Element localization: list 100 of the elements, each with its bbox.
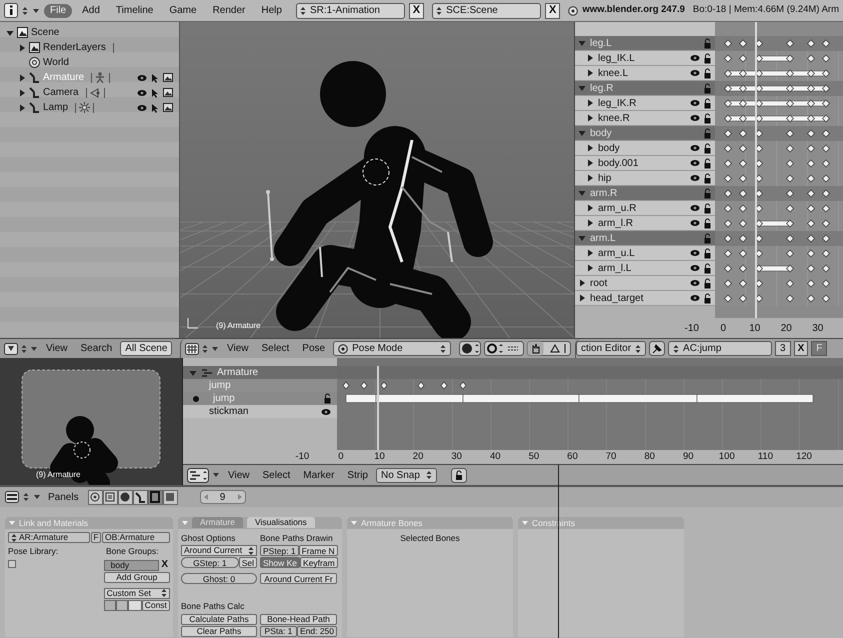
- channel-row[interactable]: knee.L: [575, 66, 715, 81]
- eye-icon[interactable]: [690, 159, 700, 167]
- eye-icon[interactable]: [690, 204, 700, 212]
- editing-icon[interactable]: [148, 490, 163, 504]
- scene-selector[interactable]: SCE:Scene: [432, 2, 541, 18]
- scene-name[interactable]: SCE:Scene: [442, 3, 540, 18]
- lock-icon[interactable]: [704, 172, 711, 184]
- screen-selector[interactable]: SR:1-Animation: [296, 2, 405, 18]
- channel-row[interactable]: head_target: [575, 291, 715, 306]
- sun-icon[interactable]: [79, 102, 90, 113]
- picture-icon[interactable]: [163, 73, 173, 82]
- up-down-arrows-icon[interactable]: [22, 6, 28, 16]
- collapse-triangle-icon[interactable]: [578, 294, 586, 302]
- lock-icon[interactable]: [704, 142, 711, 154]
- collapse-triangle-icon[interactable]: [18, 44, 26, 52]
- expand-triangle-icon[interactable]: [578, 39, 586, 47]
- tree-item[interactable]: Camera: [43, 85, 79, 100]
- logic-icon[interactable]: [88, 490, 103, 504]
- scene-icon[interactable]: [162, 490, 178, 504]
- channel-row[interactable]: body.001: [575, 156, 715, 171]
- panel-header[interactable]: Armature Visualisations: [178, 517, 342, 528]
- menu-item[interactable]: Select: [256, 341, 294, 356]
- expand-triangle-icon[interactable]: [578, 129, 586, 137]
- close-button[interactable]: X: [408, 2, 424, 18]
- add-icon[interactable]: [8, 560, 16, 568]
- ghost-count-field[interactable]: Ghost: 0: [181, 573, 257, 584]
- expand-triangle-icon[interactable]: [189, 368, 197, 376]
- tree-item[interactable]: Scene: [31, 25, 60, 40]
- collapse-triangle-icon[interactable]: [586, 144, 594, 152]
- menu-item[interactable]: Game: [163, 4, 203, 18]
- expand-triangle-icon[interactable]: [578, 84, 586, 92]
- channel-row[interactable]: arm_u.R: [575, 201, 715, 216]
- lock-icon[interactable]: [704, 68, 711, 78]
- pivot-icon[interactable]: [484, 341, 524, 356]
- fake-user-button[interactable]: F: [91, 532, 101, 543]
- menu-item[interactable]: Marker: [298, 468, 340, 482]
- eye-icon[interactable]: [690, 249, 700, 257]
- menu-item[interactable]: Strip: [342, 468, 373, 482]
- const-button[interactable]: Const: [142, 600, 170, 611]
- lock-icon[interactable]: [704, 52, 711, 64]
- lock-icon[interactable]: [704, 248, 711, 258]
- bone-head-path-button[interactable]: Bone-Head Path: [260, 614, 337, 625]
- channel-group[interactable]: leg.R: [575, 81, 715, 96]
- collapse-triangle-icon[interactable]: [586, 174, 594, 182]
- lock-icon[interactable]: [704, 202, 711, 214]
- stick-figure-icon[interactable]: [95, 72, 106, 83]
- collapse-triangle-icon[interactable]: [586, 54, 594, 62]
- eye-icon[interactable]: [690, 294, 700, 302]
- bone-group-field[interactable]: body: [104, 560, 160, 571]
- path-start-field[interactable]: PSta: 1: [260, 626, 297, 637]
- picture-icon[interactable]: [163, 88, 173, 97]
- color-set-dropdown[interactable]: Custom Set: [104, 588, 170, 599]
- eye-icon[interactable]: [137, 74, 147, 82]
- editor-type-dropdown[interactable]: ction Editor: [576, 341, 646, 356]
- keyframes-drawing[interactable]: [715, 81, 843, 96]
- collapse-triangle-icon[interactable]: [18, 104, 26, 112]
- lock-icon[interactable]: [324, 393, 331, 404]
- clear-paths-button[interactable]: Clear Paths: [181, 626, 257, 637]
- lock-icon[interactable]: [704, 218, 711, 228]
- menu-item[interactable]: Help: [255, 4, 288, 18]
- keyframes-drawing[interactable]: [715, 36, 843, 51]
- user-count-button[interactable]: 3: [775, 341, 791, 356]
- up-down-arrows-icon[interactable]: [21, 344, 27, 354]
- expand-triangle-icon[interactable]: [578, 189, 586, 197]
- up-down-arrows-icon[interactable]: [300, 6, 306, 16]
- filter-dropdown[interactable]: All Scene: [120, 341, 172, 356]
- tree-item[interactable]: Lamp: [43, 100, 68, 115]
- menu-item[interactable]: View: [223, 468, 254, 482]
- collapse-triangle-icon[interactable]: [586, 159, 594, 167]
- window-type-icon[interactable]: [187, 468, 209, 482]
- picture-icon[interactable]: [163, 103, 173, 112]
- show-keys-button[interactable]: Show Ke: [260, 557, 300, 568]
- channel-row[interactable]: arm_u.L: [575, 246, 715, 261]
- channel-row[interactable]: knee.R: [575, 111, 715, 126]
- pin-icon[interactable]: [649, 341, 666, 356]
- add-group-button[interactable]: Add Group: [104, 572, 170, 583]
- menu-item[interactable]: Pose: [297, 341, 330, 356]
- channel-row[interactable]: root: [575, 276, 715, 291]
- lock-button-icon[interactable]: [450, 468, 467, 482]
- eye-icon[interactable]: [690, 264, 700, 272]
- window-type-icon[interactable]: [185, 342, 199, 354]
- lock-icon[interactable]: [704, 98, 711, 108]
- color-swatch[interactable]: [128, 600, 142, 611]
- collapse-triangle-icon[interactable]: [586, 264, 594, 272]
- eye-icon[interactable]: [690, 54, 700, 62]
- tree-item[interactable]: World: [43, 55, 69, 70]
- panels-menu[interactable]: Panels: [45, 490, 82, 504]
- tree-item[interactable]: RenderLayers: [43, 40, 106, 55]
- eye-icon[interactable]: [690, 174, 700, 182]
- collapse-triangle-icon[interactable]: [586, 99, 594, 107]
- nla-channel[interactable]: stickman: [183, 405, 337, 418]
- mode-dropdown[interactable]: Pose Mode: [333, 341, 451, 356]
- up-down-arrows-icon[interactable]: [11, 532, 17, 542]
- lock-icon[interactable]: [704, 158, 711, 168]
- screen-name[interactable]: SR:1-Animation: [306, 3, 404, 18]
- collapse-triangle-icon[interactable]: [30, 344, 38, 352]
- eye-icon[interactable]: [690, 114, 700, 122]
- expand-triangle-icon[interactable]: [6, 28, 14, 36]
- collapse-triangle-icon[interactable]: [18, 88, 26, 96]
- snap-dropdown[interactable]: No Snap: [376, 468, 437, 482]
